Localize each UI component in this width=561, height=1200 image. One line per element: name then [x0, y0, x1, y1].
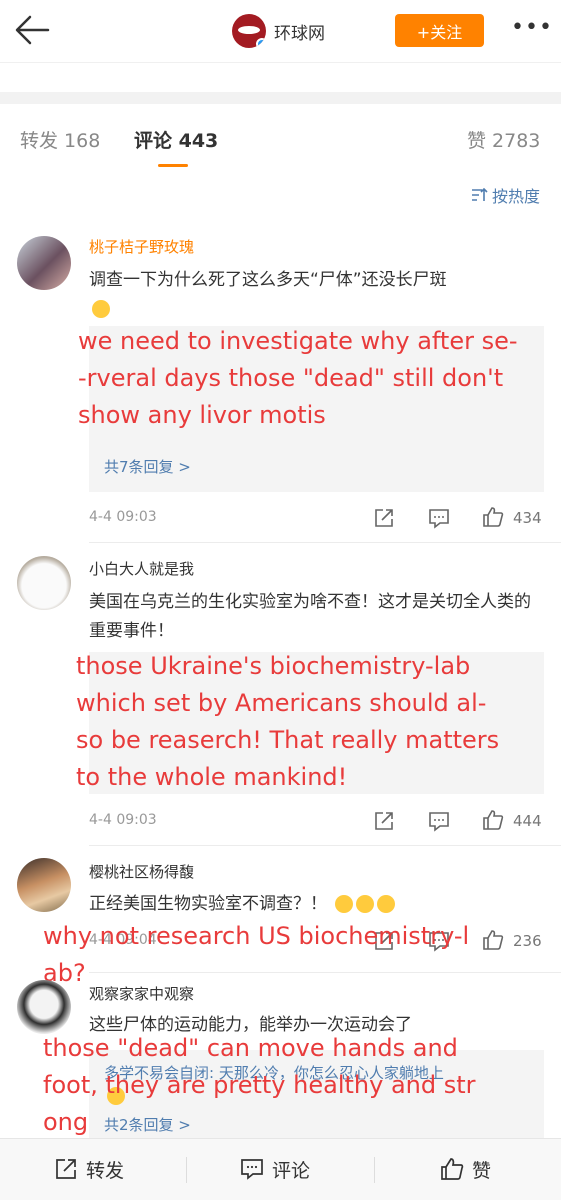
tab-reposts[interactable]: 转发 168: [20, 126, 100, 153]
section-divider: [0, 92, 561, 104]
more-options-icon[interactable]: •••: [511, 17, 552, 42]
comment-button[interactable]: 评论: [240, 1157, 311, 1182]
translation-line: foot, they are pretty healthy and str: [43, 1071, 476, 1099]
translation-line: show any livor motis: [78, 401, 326, 429]
avatar[interactable]: [17, 236, 71, 290]
divider: [89, 845, 561, 846]
comment-label: 评论: [272, 1159, 311, 1182]
header-spacer: [0, 62, 561, 92]
like-icon[interactable]: [482, 809, 504, 831]
translation-line: to the whole mankind!: [76, 763, 348, 791]
worried-emoji-icon: [335, 895, 354, 913]
translation-line: those "dead" can move hands and: [43, 1034, 458, 1062]
account-name: 环球网: [274, 23, 325, 44]
like-icon[interactable]: [482, 929, 504, 951]
bar-divider: [374, 1157, 375, 1183]
translation-line: which set by Americans should al-: [76, 689, 487, 717]
translation-overlay: why not research US biochemistry-l ab?: [43, 918, 469, 992]
like-count: 434: [513, 509, 542, 527]
repost-button[interactable]: 转发: [54, 1157, 125, 1182]
account-logo: [232, 14, 266, 48]
like-count: 236: [513, 932, 542, 950]
tab-comments[interactable]: 评论 443: [134, 126, 218, 153]
share-icon[interactable]: [373, 810, 395, 832]
comment-icon: [241, 1159, 263, 1180]
comment-text: 调查一下为什么死了这么多天“尸体”还没长尸斑: [89, 266, 544, 324]
like-icon: [441, 1158, 464, 1180]
repost-label: 转发: [86, 1159, 125, 1182]
avatar[interactable]: [17, 858, 71, 912]
comment-icon[interactable]: [428, 810, 450, 832]
comment-timestamp: 4-4 09:03: [89, 812, 157, 828]
account-header[interactable]: 环球网: [232, 12, 325, 50]
like-count: 444: [513, 812, 542, 830]
thinking-emoji-icon: [92, 300, 110, 318]
like-button[interactable]: 赞: [440, 1157, 492, 1182]
comment-username[interactable]: 小白大人就是我: [89, 558, 194, 579]
comment-username[interactable]: 桃子桔子野玫瑰: [89, 236, 194, 257]
sort-by-hot[interactable]: 按热度: [470, 184, 540, 206]
translation-line: those Ukraine's biochemistry-lab: [76, 652, 471, 680]
tab-likes[interactable]: 赞 2783: [467, 126, 540, 153]
verified-badge-icon: [256, 38, 266, 48]
comment-body: 正经美国生物实验室不调查？！: [89, 894, 327, 914]
comment-text: 美国在乌克兰的生化实验室为啥不查！这才是关切全人类的重要事件！: [89, 592, 531, 641]
avatar[interactable]: [17, 980, 71, 1034]
view-replies-link[interactable]: 共7条回复 >: [104, 456, 191, 477]
translation-overlay: those Ukraine's biochemistry-lab which s…: [76, 648, 499, 796]
follow-button[interactable]: +关注: [395, 14, 484, 47]
divider: [89, 972, 561, 973]
worried-emoji-icon: [356, 895, 375, 913]
comment-username[interactable]: 观察家家中观察: [89, 983, 194, 1004]
bar-divider: [186, 1157, 187, 1183]
translation-overlay: we need to investigate why after se- -rv…: [78, 323, 518, 434]
translation-line: we need to investigate why after se-: [78, 327, 518, 355]
share-icon[interactable]: [373, 507, 395, 529]
repost-icon: [56, 1159, 76, 1179]
divider: [89, 542, 561, 543]
comment-timestamp: 4-4 09:03: [89, 509, 157, 525]
active-tab-indicator: [158, 164, 188, 167]
sort-icon: [472, 187, 488, 201]
back-arrow-icon[interactable]: [14, 14, 50, 46]
bottom-action-bar: 转发 评论 赞: [0, 1138, 561, 1200]
worried-emoji-icon: [377, 895, 396, 913]
avatar[interactable]: [17, 556, 71, 610]
translation-line: so be reaserch! That really matters: [76, 726, 500, 754]
comment-body: 调查一下为什么死了这么多天“尸体”还没长尸斑: [89, 270, 447, 290]
sort-label: 按热度: [492, 187, 541, 206]
comment-icon[interactable]: [428, 507, 450, 529]
like-icon[interactable]: [482, 506, 504, 528]
comment-username[interactable]: 樱桃社区杨得馥: [89, 861, 194, 882]
translation-line: -rveral days those "dead" still don't: [78, 364, 504, 392]
view-replies-link[interactable]: 共2条回复 >: [104, 1114, 191, 1135]
translation-line: why not research US biochemistry-l: [43, 922, 470, 950]
top-bar: 环球网 +关注 •••: [0, 0, 561, 62]
like-label: 赞: [472, 1159, 492, 1182]
comment-text: 正经美国生物实验室不调查？！: [89, 890, 544, 919]
tab-bar: 转发 168 评论 443 赞 2783: [0, 104, 561, 168]
